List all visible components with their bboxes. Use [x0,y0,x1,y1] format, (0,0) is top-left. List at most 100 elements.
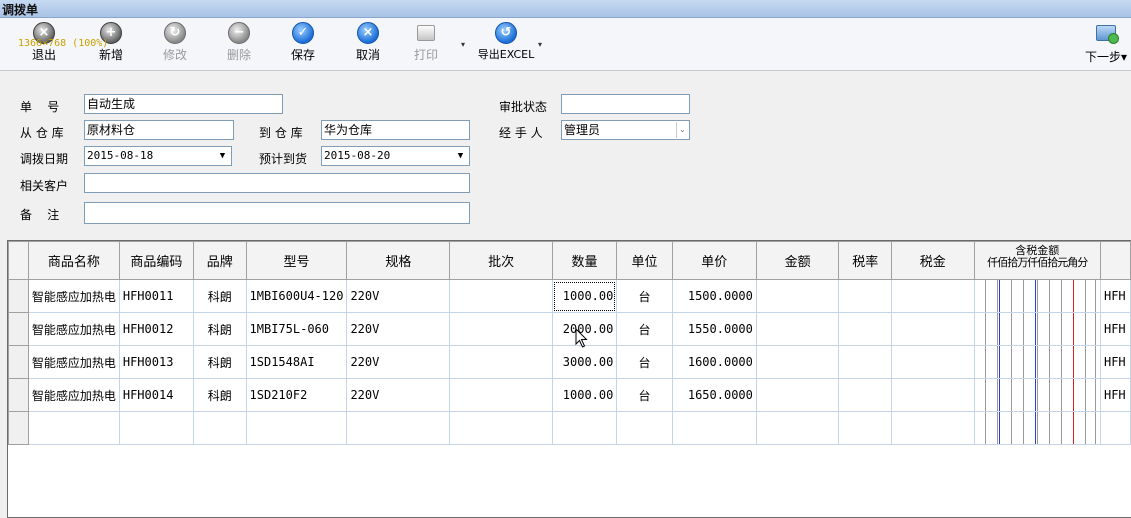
cell-model[interactable] [245,411,348,445]
expected-date-picker[interactable]: 2015-08-20 ▼ [321,146,470,166]
cell-amount[interactable] [755,279,840,313]
cell-qty[interactable]: 1000.00 [551,378,618,412]
column-header[interactable]: 规格 [346,241,451,280]
delete-button[interactable]: − 删除 [214,22,264,66]
export-dropdown-icon[interactable]: ▾ [538,40,542,49]
cell-tax-rate[interactable] [838,312,892,346]
cell-unit[interactable]: 台 [616,345,673,379]
cell-qty[interactable]: 1000.00 [551,279,618,313]
cell-amount[interactable] [755,312,840,346]
column-header[interactable]: 税率 [838,241,892,280]
row-header[interactable] [8,312,29,346]
cell-amount[interactable] [755,411,840,445]
cell-amount[interactable] [755,378,840,412]
table-row[interactable]: 智能感应加热电 HFH0014 科朗 1SD210F2 220V 1000.00 台 1650… [8,378,1131,412]
row-header[interactable] [8,279,29,313]
cell-name[interactable]: 智能感应加热电 [27,312,120,346]
cell-name[interactable]: 智能感应加热电 [27,345,120,379]
cell-model[interactable]: 1SD210F2 [245,378,348,412]
customer-input[interactable] [84,173,470,193]
cell-brand[interactable]: 科朗 [192,279,247,313]
cell-overflow[interactable]: HFH [1099,312,1131,346]
export-excel-button[interactable]: ↺ 导出EXCEL [475,22,537,66]
cell-name[interactable] [27,411,120,445]
from-warehouse-input[interactable]: 原材料仓 [84,120,234,140]
cell-qty[interactable] [551,411,618,445]
cell-spec[interactable]: 220V [346,378,451,412]
cell-code[interactable]: HFH0013 [118,345,194,379]
cell-name[interactable]: 智能感应加热电 [27,378,120,412]
remark-input[interactable] [84,202,470,224]
to-warehouse-input[interactable]: 华为仓库 [321,120,470,140]
cell-brand[interactable] [192,411,247,445]
transfer-date-picker[interactable]: 2015-08-18 ▼ [84,146,232,166]
cell-name[interactable]: 智能感应加热电 [27,279,120,313]
cell-unit[interactable]: 台 [616,378,673,412]
cell-price[interactable]: 1500.0000 [671,279,757,313]
row-header[interactable] [8,345,29,379]
cell-unit[interactable] [616,411,673,445]
cell-unit[interactable]: 台 [616,312,673,346]
column-header[interactable]: 数量 [551,241,618,280]
row-header[interactable] [8,378,29,412]
cell-overflow[interactable]: HFH [1099,378,1131,412]
cell-tax-inclusive-amount[interactable] [973,345,1101,379]
cell-code[interactable] [118,411,194,445]
cell-qty[interactable]: 3000.00 [551,345,618,379]
column-header[interactable]: 单价 [671,241,757,280]
cell-brand[interactable]: 科朗 [192,378,247,412]
next-step-button[interactable]: 下一步▾ [1081,22,1131,66]
table-row[interactable]: 智能感应加热电 HFH0011 科朗 1MBI600U4-120 220V 1000.00… [8,279,1131,313]
cell-price[interactable]: 1650.0000 [671,378,757,412]
cell-model[interactable]: 1MBI75L-060 [245,312,348,346]
cell-code[interactable]: HFH0014 [118,378,194,412]
cell-tax-inclusive-amount[interactable] [973,411,1101,445]
column-header[interactable]: 商品编码 [118,241,194,280]
column-header[interactable]: 型号 [245,241,348,280]
transfer-date-dropdown-icon[interactable]: ▼ [215,148,230,164]
approval-status-input[interactable] [561,94,690,114]
edit-button[interactable]: ↻ 修改 [150,22,200,66]
cell-tax-rate[interactable] [838,345,892,379]
cell-tax-rate[interactable] [838,378,892,412]
cell-batch[interactable] [449,411,553,445]
column-header[interactable]: 批次 [449,241,553,280]
cell-code[interactable]: HFH0011 [118,279,194,313]
order-no-input[interactable]: 自动生成 [84,94,283,114]
save-button[interactable]: ✓ 保存 [278,22,328,66]
column-header[interactable]: 税金 [890,241,975,280]
cell-spec[interactable]: 220V [346,279,451,313]
cell-unit[interactable]: 台 [616,279,673,313]
cell-spec[interactable]: 220V [346,312,451,346]
cell-brand[interactable]: 科朗 [192,345,247,379]
print-button[interactable]: 打印 [401,22,451,66]
cell-tax[interactable] [890,411,975,445]
row-header[interactable] [8,411,29,445]
cell-price[interactable]: 1550.0000 [671,312,757,346]
handler-dropdown-icon[interactable]: ⌄ [676,122,688,138]
cell-tax[interactable] [890,378,975,412]
cell-tax[interactable] [890,312,975,346]
column-header[interactable]: 单位 [616,241,673,280]
cell-tax-rate[interactable] [838,411,892,445]
cell-model[interactable]: 1SD1548AI [245,345,348,379]
column-header[interactable]: 品牌 [192,241,247,280]
cell-code[interactable]: HFH0012 [118,312,194,346]
cell-batch[interactable] [449,378,553,412]
cancel-button[interactable]: × 取消 [343,22,393,66]
cell-tax[interactable] [890,279,975,313]
cell-amount[interactable] [755,345,840,379]
cell-tax-rate[interactable] [838,279,892,313]
cell-model[interactable]: 1MBI600U4-120 [245,279,348,313]
column-header[interactable]: 金额 [755,241,840,280]
table-row[interactable] [8,411,1131,445]
cell-tax-inclusive-amount[interactable] [973,378,1101,412]
table-row[interactable]: 智能感应加热电 HFH0012 科朗 1MBI75L-060 220V 2000.00 台 1… [8,312,1131,346]
tax-inclusive-amount-header[interactable]: 含税金额 仟佰拾万仟佰拾元角分 [973,241,1101,280]
handler-select[interactable]: 管理员 ⌄ [561,120,690,140]
cell-overflow[interactable]: HFH [1099,279,1131,313]
cell-spec[interactable]: 220V [346,345,451,379]
cell-batch[interactable] [449,312,553,346]
print-dropdown-icon[interactable]: ▾ [461,40,465,49]
cell-batch[interactable] [449,345,553,379]
